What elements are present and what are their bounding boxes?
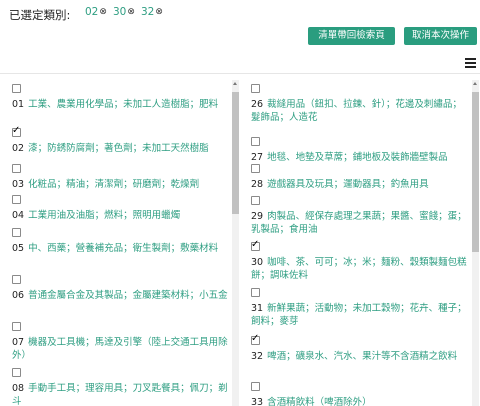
category-checkbox[interactable] bbox=[251, 239, 260, 251]
scroll-up-arrow-icon[interactable] bbox=[473, 82, 477, 85]
category-text: 04 工業用油及油脂；燃料；照明用蠟燭 bbox=[12, 210, 181, 221]
category-checkbox[interactable] bbox=[12, 195, 21, 204]
tag-number: 30 bbox=[113, 6, 127, 18]
category-text: 32 啤酒；礦泉水、汽水、果汁等不含酒精之飲料 bbox=[251, 351, 458, 362]
category-text: 27 地毯、地墊及草蓆；鋪地板及裝飾牆壁製品 bbox=[251, 152, 448, 163]
category-text: 01 工業、農業用化學品；未加工人造樹脂；肥料 bbox=[12, 99, 219, 110]
category-checkbox[interactable] bbox=[12, 228, 21, 237]
remove-tag-icon[interactable]: ⊗ bbox=[127, 7, 135, 17]
category-checkbox[interactable] bbox=[251, 382, 260, 391]
category-checkbox[interactable] bbox=[251, 333, 260, 345]
category-checkbox[interactable] bbox=[12, 368, 21, 377]
category-text: 28 遊戲器具及玩具；運動器具；釣魚用具 bbox=[251, 179, 429, 190]
category-checkbox[interactable] bbox=[12, 275, 21, 284]
selected-tag-32: 32⊗ bbox=[141, 6, 163, 18]
category-list-left: 01工業、農業用化學品；未加工人造樹脂；肥料 02漆；防銹防腐劑；著色劑；未加工… bbox=[9, 80, 239, 406]
category-checkbox[interactable] bbox=[12, 125, 21, 137]
right-list-scrollbar[interactable] bbox=[472, 80, 479, 406]
scroll-up-arrow-icon[interactable] bbox=[233, 82, 237, 85]
tag-number: 32 bbox=[141, 6, 155, 18]
category-text: 07 機器及工具機；馬達及引擎（陸上交通工具用除外） bbox=[12, 337, 228, 361]
category-text: 05 中、西藥；營養補充品；衛生製劑；敷藥材料 bbox=[12, 243, 219, 254]
category-checkbox[interactable] bbox=[12, 322, 21, 331]
category-checkbox[interactable] bbox=[251, 164, 260, 173]
selected-tag-30: 30⊗ bbox=[113, 6, 135, 18]
selected-categories-bar: 已選定類別: 02⊗ 30⊗ 32⊗ bbox=[0, 0, 480, 22]
left-list-scrollbar[interactable] bbox=[232, 80, 239, 406]
selected-tag-02: 02⊗ bbox=[85, 6, 107, 18]
category-checkbox[interactable] bbox=[251, 84, 260, 93]
selected-categories-label: 已選定類別: bbox=[9, 8, 71, 22]
category-checkbox[interactable] bbox=[12, 84, 21, 93]
category-checkbox[interactable] bbox=[251, 137, 260, 146]
category-checkbox[interactable] bbox=[251, 288, 260, 297]
category-text: 33 含酒精飲料（啤酒除外） bbox=[251, 397, 372, 406]
tag-number: 02 bbox=[85, 6, 99, 18]
category-text: 02 漆；防銹防腐劑；著色劑；未加工天然樹脂 bbox=[12, 143, 209, 154]
divider bbox=[0, 73, 480, 74]
category-checkbox[interactable] bbox=[12, 164, 21, 173]
category-text: 31 新鮮果蔬；活動物；未加工穀物；花卉、種子；飼料；麥芽 bbox=[251, 303, 467, 327]
scrollbar-thumb[interactable] bbox=[472, 92, 479, 252]
category-text: 26 裁縫用品（鈕扣、拉鍊、針）；花邊及刺繡品；髮飾品；人造花 bbox=[251, 99, 462, 123]
menu-icon[interactable] bbox=[465, 58, 476, 68]
category-text: 03 化粧品；精油；清潔劑；研磨劑；乾燥劑 bbox=[12, 179, 200, 190]
category-text: 30 咖啡、茶、可可；冰；米；麵粉、穀類製麵包糕餅；調味佐料 bbox=[251, 257, 467, 281]
scrollbar-thumb[interactable] bbox=[232, 92, 239, 214]
remove-tag-icon[interactable]: ⊗ bbox=[99, 7, 107, 17]
category-text: 29 肉製品、經保存處理之果蔬；果醬、蜜餞；蛋；乳製品；食用油 bbox=[251, 211, 467, 235]
cancel-operation-button[interactable]: 取消本次操作 bbox=[404, 27, 477, 45]
category-list-right: 26 裁縫用品（鈕扣、拉鍊、針）；花邊及刺繡品；髮飾品；人造花 27 地毯、地墊及草… bbox=[248, 80, 478, 406]
category-text: 08 手動手工具；理容用具；刀叉匙餐具；佩刀；剃斗 bbox=[12, 383, 228, 406]
category-checkbox[interactable] bbox=[251, 196, 260, 205]
return-list-to-search-button[interactable]: 清單帶回檢索頁 bbox=[308, 27, 395, 45]
remove-tag-icon[interactable]: ⊗ bbox=[155, 7, 163, 17]
category-text: 06 普通金屬合金及其製品；金屬建築材料；小五金 bbox=[12, 290, 228, 301]
